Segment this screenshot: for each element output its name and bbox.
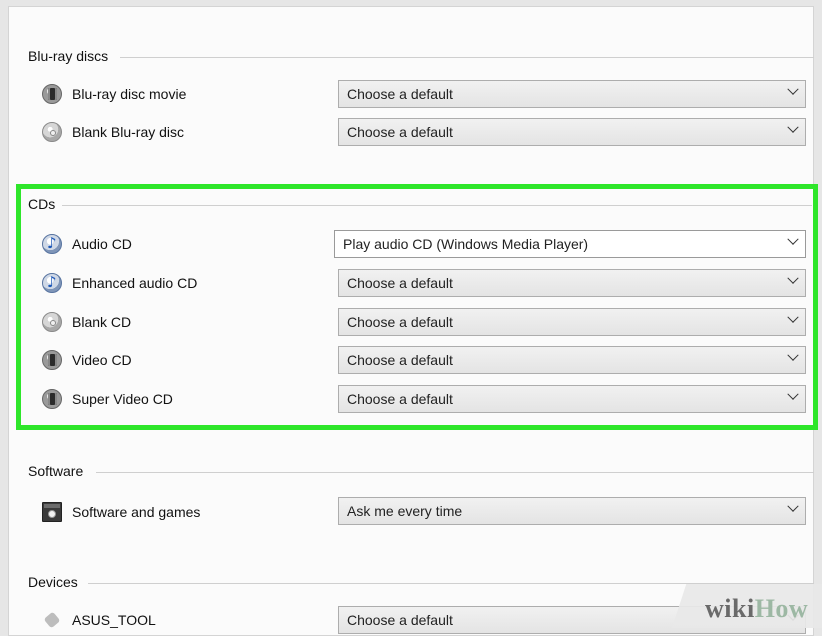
row-label-text: Super Video CD bbox=[72, 391, 173, 407]
section-label-devices: Devices bbox=[28, 574, 82, 590]
chevron-down-icon bbox=[787, 83, 799, 95]
select-blank-cd[interactable]: Choose a default bbox=[338, 308, 806, 336]
chevron-down-icon bbox=[787, 388, 799, 400]
select-value: Choose a default bbox=[347, 275, 453, 291]
select-super-video-cd[interactable]: Choose a default bbox=[338, 385, 806, 413]
audio-disc-icon bbox=[42, 234, 62, 254]
row-label-blank-cd: Blank CD bbox=[42, 312, 131, 332]
row-label-text: Blank CD bbox=[72, 314, 132, 330]
select-bluray-movie[interactable]: Choose a default bbox=[338, 80, 806, 108]
section-divider bbox=[62, 205, 812, 206]
movie-disc-icon bbox=[42, 389, 62, 409]
row-label-software-games: Software and games bbox=[42, 502, 200, 522]
select-value: Choose a default bbox=[347, 612, 453, 628]
section-label-cds: CDs bbox=[28, 196, 60, 212]
watermark-how: How bbox=[754, 594, 809, 623]
section-divider bbox=[96, 472, 814, 473]
row-label-enhanced-audio-cd: Enhanced audio CD bbox=[42, 273, 197, 293]
select-blank-bluray[interactable]: Choose a default bbox=[338, 118, 806, 146]
select-value: Choose a default bbox=[347, 86, 453, 102]
row-label-text: Blank Blu-ray disc bbox=[72, 124, 185, 140]
watermark-wiki: wiki bbox=[705, 594, 755, 623]
row-label-bluray-movie: Blu-ray disc movie bbox=[42, 84, 186, 104]
row-label-text: Video CD bbox=[72, 352, 132, 368]
chevron-down-icon bbox=[787, 121, 799, 133]
row-label-blank-bluray: Blank Blu-ray disc bbox=[42, 122, 184, 142]
row-label-text: Audio CD bbox=[72, 236, 132, 252]
row-label-video-cd: Video CD bbox=[42, 350, 132, 370]
select-audio-cd[interactable]: Play audio CD (Windows Media Player) bbox=[334, 230, 806, 258]
select-value: Play audio CD (Windows Media Player) bbox=[343, 236, 589, 252]
section-label-software: Software bbox=[28, 463, 88, 479]
usb-device-icon bbox=[42, 610, 62, 630]
select-value: Choose a default bbox=[347, 352, 453, 368]
select-value: Choose a default bbox=[347, 124, 453, 140]
chevron-down-icon bbox=[787, 349, 799, 361]
row-label-text: ASUS_TOOL bbox=[72, 612, 156, 628]
chevron-down-icon bbox=[787, 272, 799, 284]
chevron-down-icon bbox=[787, 233, 799, 245]
row-label-super-video-cd: Super Video CD bbox=[42, 389, 173, 409]
select-value: Ask me every time bbox=[347, 503, 463, 519]
chevron-down-icon bbox=[787, 500, 799, 512]
row-label-text: Enhanced audio CD bbox=[72, 275, 198, 291]
select-value: Choose a default bbox=[347, 391, 453, 407]
row-label-text: Software and games bbox=[72, 504, 201, 520]
select-software-games[interactable]: Ask me every time bbox=[338, 497, 806, 525]
chevron-down-icon bbox=[787, 311, 799, 323]
movie-disc-icon bbox=[42, 350, 62, 370]
section-divider bbox=[120, 57, 814, 58]
movie-disc-icon bbox=[42, 84, 62, 104]
blank-disc-icon bbox=[42, 312, 62, 332]
audio-disc-icon bbox=[42, 273, 62, 293]
row-label-text: Blu-ray disc movie bbox=[72, 86, 187, 102]
row-label-audio-cd: Audio CD bbox=[42, 234, 132, 254]
row-label-asus-tool: ASUS_TOOL bbox=[42, 610, 156, 630]
software-icon bbox=[42, 502, 62, 522]
section-label-bluray: Blu-ray discs bbox=[28, 48, 113, 64]
select-video-cd[interactable]: Choose a default bbox=[338, 346, 806, 374]
select-value: Choose a default bbox=[347, 314, 453, 330]
select-enhanced-audio-cd[interactable]: Choose a default bbox=[338, 269, 806, 297]
wikihow-watermark: wikiHow bbox=[705, 594, 808, 624]
blank-disc-icon bbox=[42, 122, 62, 142]
